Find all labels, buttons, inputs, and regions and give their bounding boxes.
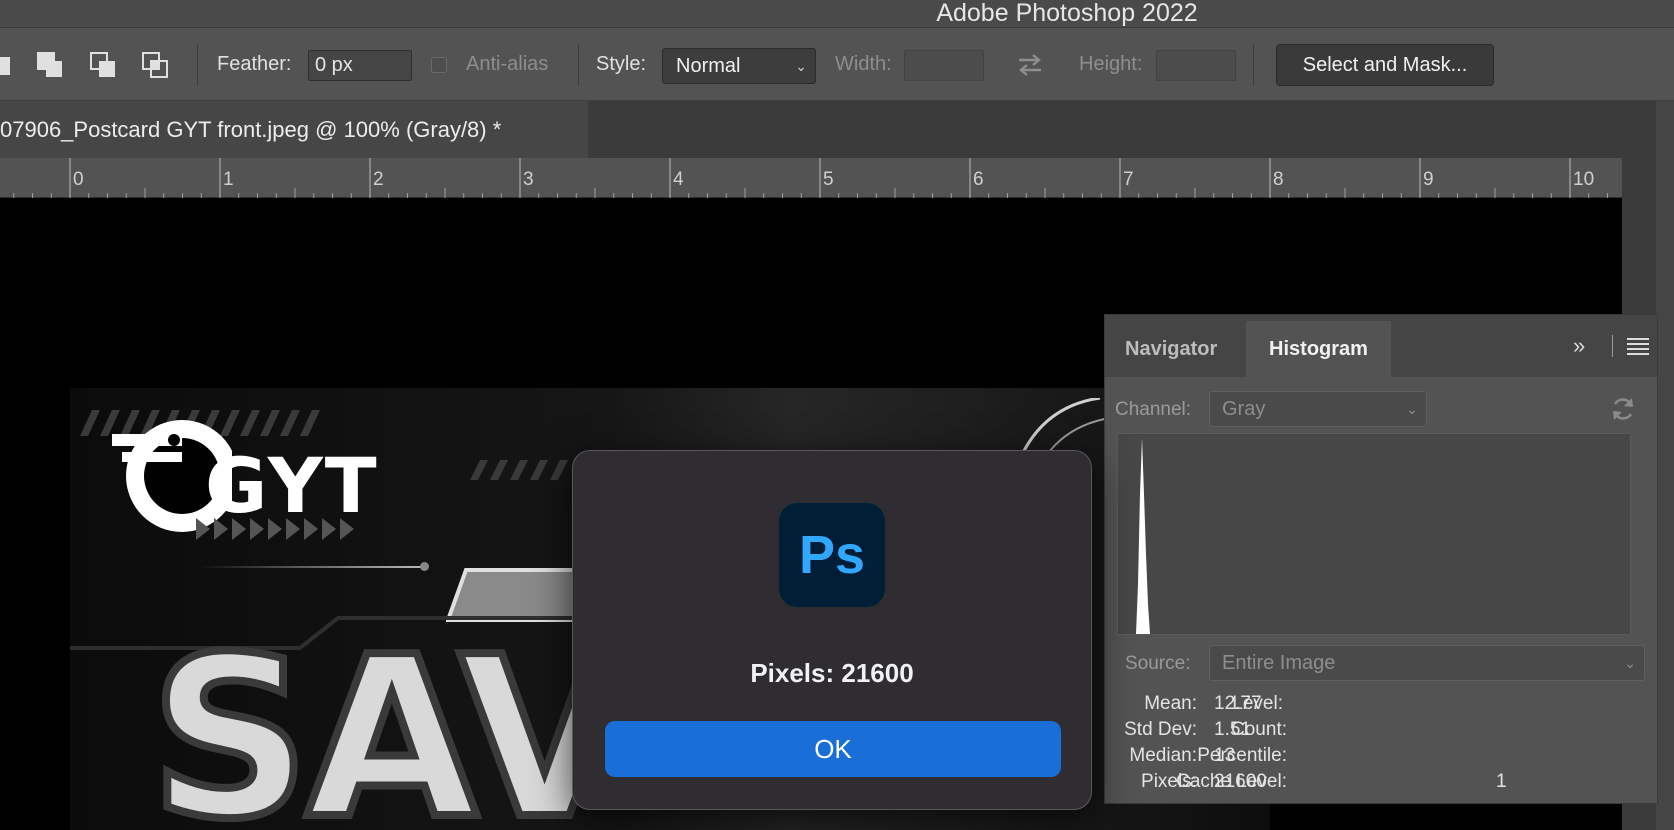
document-tab-title: 07906_Postcard GYT front.jpeg @ 100% (Gr… — [0, 117, 502, 142]
decorative-stripes — [470, 460, 568, 480]
source-label: Source: — [1125, 653, 1191, 674]
ruler-number: 9 — [1423, 169, 1434, 190]
decorative-dot — [420, 562, 429, 571]
ruler-number: 3 — [523, 169, 534, 190]
style-select-value: Normal — [676, 55, 741, 77]
add-to-selection-icon[interactable] — [36, 50, 66, 80]
window-title: Adobe Photoshop 2022 — [936, 0, 1198, 27]
chevron-down-icon: ⌄ — [1406, 401, 1418, 417]
ruler-number: 6 — [973, 169, 984, 190]
title-bar: Adobe Photoshop 2022 — [0, 0, 1674, 28]
divider — [1253, 44, 1254, 86]
document-tab[interactable]: 07906_Postcard GYT front.jpeg @ 100% (Gr… — [0, 101, 588, 158]
decorative-line — [200, 566, 425, 568]
panel-menu-icon[interactable] — [1627, 337, 1649, 355]
logo-text: GYT — [205, 441, 379, 530]
feather-input[interactable]: 0 px — [308, 50, 412, 81]
source-select[interactable]: Entire Image ⌄ — [1209, 645, 1645, 681]
subtract-from-selection-icon[interactable] — [89, 50, 119, 80]
histogram-graph — [1117, 433, 1631, 635]
anti-alias-checkbox[interactable] — [431, 57, 447, 73]
tab-navigator[interactable]: Navigator — [1125, 321, 1217, 377]
histogram-curve — [1136, 438, 1150, 634]
refresh-icon[interactable] — [1609, 395, 1637, 423]
horizontal-ruler: 0 1 2 3 4 5 6 7 8 9 10 — [0, 158, 1622, 198]
dialog-message: Pixels: 21600 — [750, 658, 914, 688]
percentile-label: Percentile: — [1197, 745, 1287, 766]
channel-select-value: Gray — [1222, 398, 1266, 420]
headline-text: SAV — [146, 610, 634, 830]
cache-level-label: Cache Level: — [1176, 771, 1287, 792]
alert-dialog: Ps Pixels: 21600 OK — [572, 450, 1092, 810]
chevron-down-icon: ⌄ — [1624, 655, 1636, 671]
height-input[interactable] — [1156, 50, 1236, 81]
divider — [578, 44, 579, 86]
collapse-panel-icon[interactable]: » — [1573, 333, 1585, 359]
histogram-panel: Navigator Histogram » Channel: Gray ⌄ So… — [1104, 314, 1658, 804]
options-bar: Feather: 0 px Anti-alias Style: Normal ⌄… — [0, 28, 1674, 101]
document-tab-bar: 07906_Postcard GYT front.jpeg @ 100% (Gr… — [0, 101, 1656, 158]
ruler-ticks: 0 1 2 3 4 5 6 7 8 9 10 — [13, 158, 1608, 198]
ruler-number: 8 — [1273, 169, 1284, 190]
height-label: Height: — [1079, 53, 1143, 75]
tab-histogram[interactable]: Histogram — [1246, 321, 1391, 377]
channel-label: Channel: — [1115, 399, 1192, 420]
ruler-number: 10 — [1573, 169, 1594, 190]
feather-label: Feather: — [217, 53, 292, 75]
divider — [197, 44, 198, 86]
width-label: Width: — [835, 53, 892, 75]
ruler-number: 7 — [1123, 169, 1134, 190]
channel-select[interactable]: Gray ⌄ — [1209, 391, 1427, 427]
decorative-arrows — [196, 518, 354, 540]
width-input[interactable] — [904, 50, 984, 81]
swap-arrows-icon[interactable] — [1015, 52, 1045, 78]
ruler-number: 5 — [823, 169, 834, 190]
select-and-mask-button[interactable]: Select and Mask... — [1276, 44, 1494, 86]
intersect-selection-icon[interactable] — [141, 50, 171, 80]
level-label: Level: — [1232, 693, 1283, 714]
divider — [1612, 335, 1613, 357]
anti-alias-label: Anti-alias — [466, 53, 549, 75]
style-select[interactable]: Normal ⌄ — [662, 48, 816, 84]
ruler-number: 0 — [73, 169, 84, 190]
ruler-number: 2 — [373, 169, 384, 190]
cache-level-value: 1 — [1496, 771, 1507, 792]
photoshop-app-icon: Ps — [779, 503, 885, 607]
style-label: Style: — [596, 53, 647, 75]
chevron-down-icon: ⌄ — [795, 58, 807, 74]
ruler-number: 4 — [673, 169, 684, 190]
source-select-value: Entire Image — [1222, 652, 1336, 674]
ok-button[interactable]: OK — [605, 721, 1061, 777]
vertical-scrollbar[interactable] — [1656, 101, 1674, 830]
new-selection-icon[interactable] — [0, 50, 22, 80]
panel-tab-bar: Navigator Histogram » — [1105, 315, 1657, 377]
ruler-number: 1 — [223, 169, 234, 190]
count-label: Count: — [1231, 719, 1287, 740]
